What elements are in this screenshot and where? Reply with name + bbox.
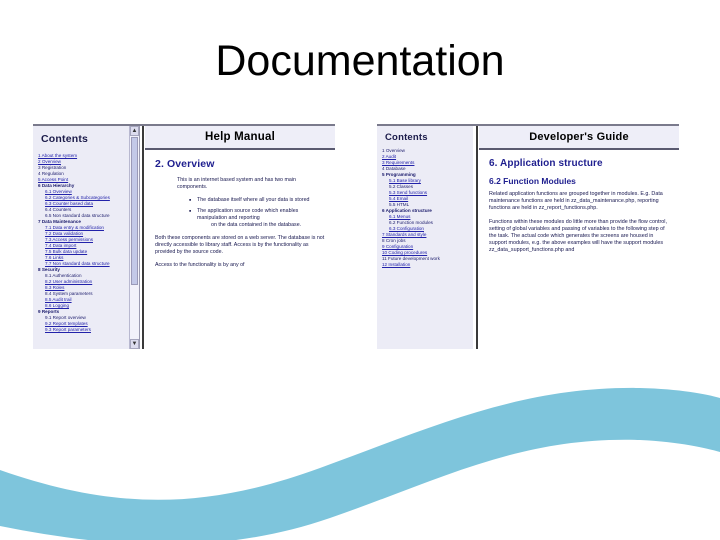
pane-divider xyxy=(142,126,144,349)
help-manual-toc: 1 About the system 2 Overview 3 Registrati… xyxy=(33,153,129,333)
vertical-scrollbar[interactable]: ▲ ▼ xyxy=(129,126,140,349)
help-manual-header: Help Manual xyxy=(145,126,335,150)
contents-heading: Contents xyxy=(41,133,89,145)
scrollbar-thumb[interactable] xyxy=(131,137,138,285)
developers-guide-header: Developer's Guide xyxy=(479,126,679,150)
help-manual-paragraph-2: Access to the functionality is by any of xyxy=(155,262,245,268)
developers-guide-title: Developer's Guide xyxy=(529,131,629,143)
help-manual-intro: This is an internet based system and has… xyxy=(177,177,296,190)
help-manual-toc-item[interactable]: 9.3 Report parameters xyxy=(38,327,126,333)
contents-heading: Contents xyxy=(385,132,428,143)
developers-guide-section-title: 6. Application structure xyxy=(489,158,603,169)
developers-guide-subsection-title: 6.2 Function Modules xyxy=(489,176,576,186)
help-manual-bullet: The application source code which enable… xyxy=(189,208,325,229)
help-manual-paragraph-1: Both these components are stored on a we… xyxy=(155,235,325,255)
help-manual-title: Help Manual xyxy=(205,131,275,143)
pane-divider xyxy=(476,126,478,349)
decorative-wave xyxy=(0,387,720,540)
scroll-down-arrow-icon[interactable]: ▼ xyxy=(130,339,139,349)
help-manual-section-title: 2. Overview xyxy=(155,158,215,170)
developers-guide-paragraph-2: Functions within these modules do little… xyxy=(489,218,667,254)
help-manual-contents-sidebar: Contents 1 About the system 2 Overview 3 R… xyxy=(33,126,129,349)
scroll-up-arrow-icon[interactable]: ▲ xyxy=(130,126,139,136)
developers-guide-paragraph-1: Related application functions are groupe… xyxy=(489,191,663,212)
developers-guide-screenshot: Contents 1 Overview 2 Audit 3 Requirements… xyxy=(377,124,679,349)
help-manual-bullet-continuation: on the data contained in the database. xyxy=(211,222,302,228)
help-manual-bullet-list: The database itself where all your data … xyxy=(155,197,325,229)
developers-guide-contents-sidebar: Contents 1 Overview 2 Audit 3 Requirements… xyxy=(377,126,473,349)
developers-guide-toc: 1 Overview 2 Audit 3 Requirements 4 Databas… xyxy=(377,148,473,268)
developers-guide-toc-item[interactable]: 12 Installation xyxy=(382,262,470,268)
help-manual-content-pane: Help Manual 2. Overview This is an inter… xyxy=(145,126,335,349)
page-title: Documentation xyxy=(215,37,505,85)
help-manual-screenshot: Contents 1 About the system 2 Overview 3 R… xyxy=(33,124,335,349)
developers-guide-content-pane: Developer's Guide 6. Application structu… xyxy=(479,126,679,349)
help-manual-bullet: The database itself where all your data … xyxy=(189,197,325,204)
